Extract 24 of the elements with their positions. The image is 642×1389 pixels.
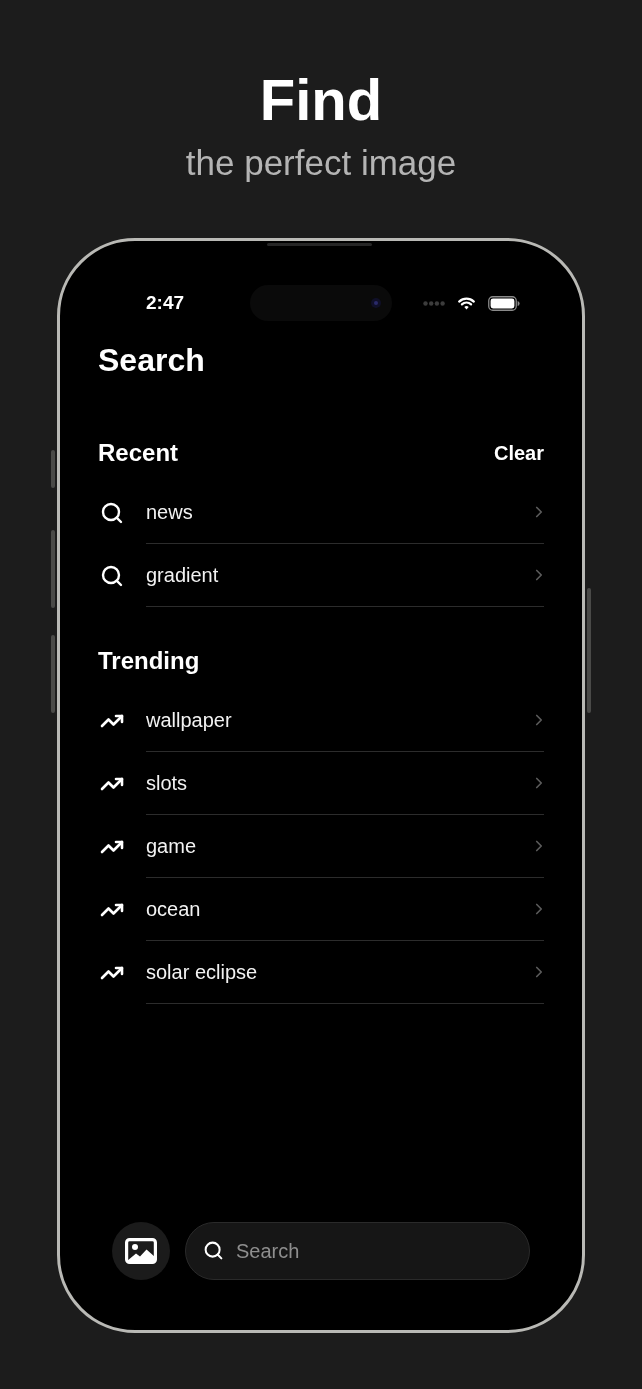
signal-dots-icon [423,300,445,306]
page-title: Find [259,71,383,129]
search-field[interactable]: Search [185,1222,530,1280]
camera-lens-icon [371,298,381,308]
trending-search-item[interactable]: game [98,815,544,878]
image-icon [125,1238,157,1264]
trending-search-item[interactable]: ocean [98,878,544,941]
battery-icon [488,295,520,311]
section-heading: Trending [98,646,200,676]
trending-search-item[interactable]: slots [98,752,544,815]
recent-search-item[interactable]: news [98,481,544,544]
search-icon [100,563,124,588]
trending-search-item[interactable]: solar eclipse [98,941,544,1004]
status-time: 2:47 [145,291,186,315]
section-heading: Recent [98,438,179,468]
wifi-icon [458,296,475,310]
clear-button[interactable]: Clear [493,440,544,466]
trending-search-item[interactable]: wallpaper [98,689,544,752]
search-icon [100,500,124,525]
search-icon [203,1240,224,1261]
recent-search-item[interactable]: gradient [98,544,544,607]
page-subtitle: the perfect image [185,145,457,181]
phone-side-key [51,450,55,488]
screen-title: Search [98,341,206,379]
